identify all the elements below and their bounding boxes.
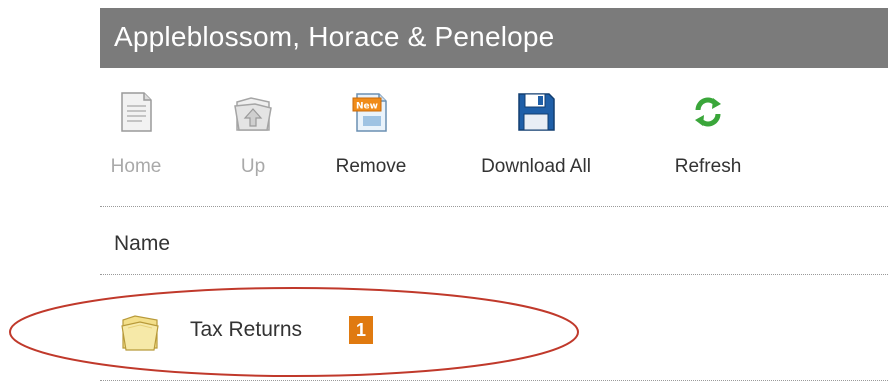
folder-up-icon: [231, 90, 275, 134]
list-item[interactable]: Tax Returns 1: [100, 304, 660, 360]
new-document-icon: New: [349, 90, 393, 134]
svg-text:New: New: [356, 102, 378, 112]
item-count-badge: 1: [349, 316, 373, 344]
refresh-button-label: Refresh: [674, 156, 742, 177]
title-bar: Appleblossom, Horace & Penelope: [100, 8, 888, 68]
remove-button[interactable]: New Remove: [328, 84, 414, 188]
home-button[interactable]: Home: [104, 84, 168, 188]
download-all-button[interactable]: Download All: [470, 84, 602, 188]
file-browser-page: Appleblossom, Horace & Penelope Home Up …: [0, 0, 888, 387]
remove-button-label: Remove: [335, 156, 407, 177]
up-button[interactable]: Up: [228, 84, 278, 188]
folder-icon: [120, 310, 160, 354]
up-button-label: Up: [240, 156, 266, 177]
refresh-button[interactable]: Refresh: [660, 84, 756, 188]
refresh-arrows-icon: [686, 90, 730, 134]
toolbar-divider: [100, 206, 888, 207]
name-column-header[interactable]: Name: [114, 232, 170, 256]
header-divider: [100, 274, 888, 275]
download-all-button-label: Download All: [481, 156, 591, 177]
home-button-label: Home: [110, 156, 162, 177]
page-title: Appleblossom, Horace & Penelope: [114, 21, 555, 52]
toolbar: Home Up New Remove Download All Refresh: [100, 84, 888, 194]
document-icon: [114, 90, 158, 134]
floppy-disk-icon: [514, 90, 558, 134]
row-divider: [100, 380, 888, 381]
folder-name[interactable]: Tax Returns: [190, 318, 302, 342]
